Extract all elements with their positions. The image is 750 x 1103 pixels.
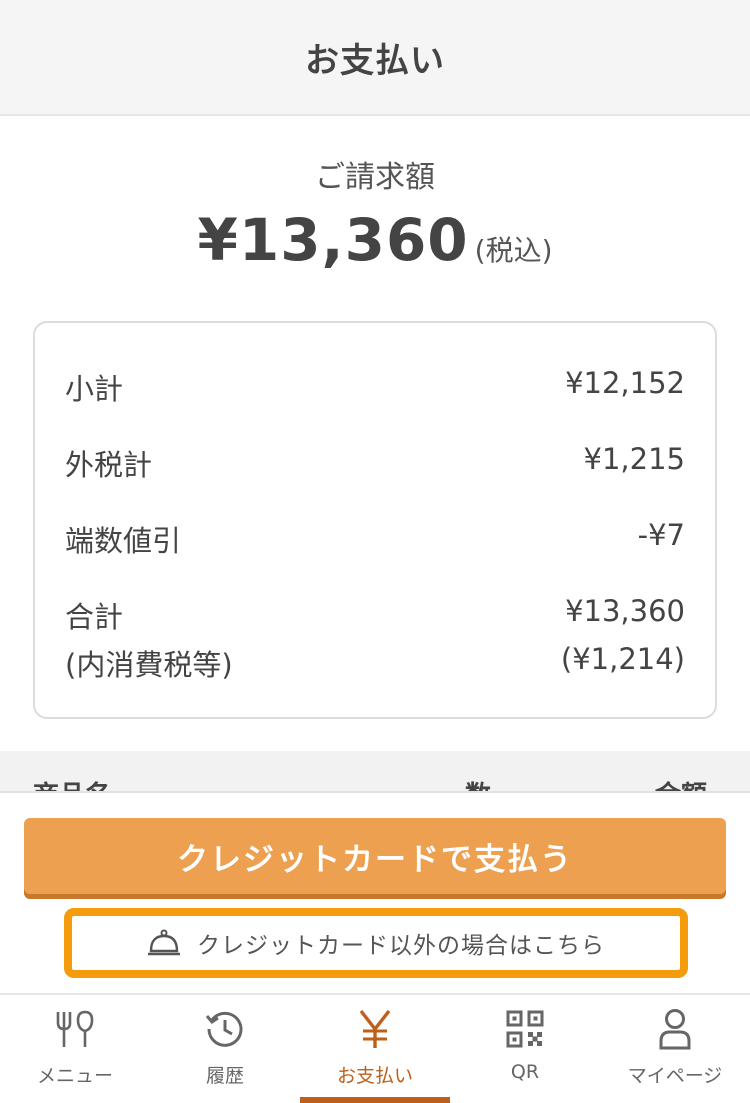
included-tax-label: (内消費税等): [65, 648, 233, 682]
nav-item-menu[interactable]: メニュー: [0, 995, 150, 1103]
other-payment-button[interactable]: クレジットカード以外の場合はこちら: [64, 908, 688, 978]
nav-label-menu: メニュー: [36, 1065, 113, 1087]
total-label: 合計: [65, 600, 124, 634]
yen-icon: [359, 1009, 391, 1048]
nav-item-history[interactable]: 履歴: [150, 995, 300, 1103]
payment-screen: お支払い ご請求額 ¥13,360 (税込) 小計 ¥12,152 外税計 ¥1,…: [0, 0, 750, 1103]
rounding-label: 端数値引: [65, 524, 182, 558]
tax-row: 外税計 ¥1,215: [65, 442, 685, 484]
breakdown-card: 小計 ¥12,152 外税計 ¥1,215 端数値引 -¥7 合計 ¥13,36…: [33, 321, 717, 719]
tax-value: ¥1,215: [583, 442, 685, 476]
nav-item-qr[interactable]: QR: [450, 995, 600, 1103]
total-row: 合計 ¥13,360: [65, 594, 685, 636]
bell-icon: [148, 929, 180, 956]
user-icon: [659, 1009, 691, 1050]
included-tax-row: (内消費税等) (¥1,214): [65, 642, 685, 684]
subtotal-value: ¥12,152: [565, 366, 685, 400]
subtotal-label: 小計: [65, 372, 124, 406]
pay-with-credit-card-button[interactable]: クレジットカードで支払う: [24, 818, 726, 894]
history-icon: [205, 1011, 243, 1047]
billing-amount: ¥13,360 (税込): [0, 206, 750, 274]
header-bar: お支払い: [0, 0, 750, 116]
active-tab-indicator: [300, 1097, 450, 1103]
subtotal-row: 小計 ¥12,152: [65, 366, 685, 408]
nav-label-payment: お支払い: [336, 1065, 413, 1087]
item-table-header: 商品名 数 金額: [0, 751, 750, 793]
nav-item-mypage[interactable]: マイページ: [600, 995, 750, 1103]
tax-included-note: (税込): [474, 234, 553, 267]
page-title: お支払い: [305, 40, 445, 81]
total-value: ¥13,360: [565, 594, 685, 628]
rounding-row: 端数値引 -¥7: [65, 518, 685, 560]
billing-amount-label: ご請求額: [315, 160, 435, 195]
nav-label-mypage: マイページ: [627, 1065, 723, 1087]
tax-label: 外税計: [65, 448, 153, 482]
fork-knife-icon: [56, 1010, 94, 1047]
nav-item-payment[interactable]: お支払い: [300, 995, 450, 1103]
rounding-value: -¥7: [637, 518, 685, 552]
nav-label-qr: QR: [510, 1061, 540, 1083]
included-tax-value: (¥1,214): [560, 642, 685, 676]
billing-amount-value: ¥13,360: [197, 206, 469, 274]
other-payment-label: クレジットカード以外の場合はこちら: [197, 933, 605, 959]
bottom-nav: メニュー 履歴 お支払い QR マイページ: [0, 993, 750, 1103]
payment-action-panel: クレジットカードで支払う クレジットカード以外の場合はこちら: [0, 791, 750, 993]
nav-label-history: 履歴: [205, 1065, 244, 1087]
qr-icon: [506, 1010, 544, 1048]
